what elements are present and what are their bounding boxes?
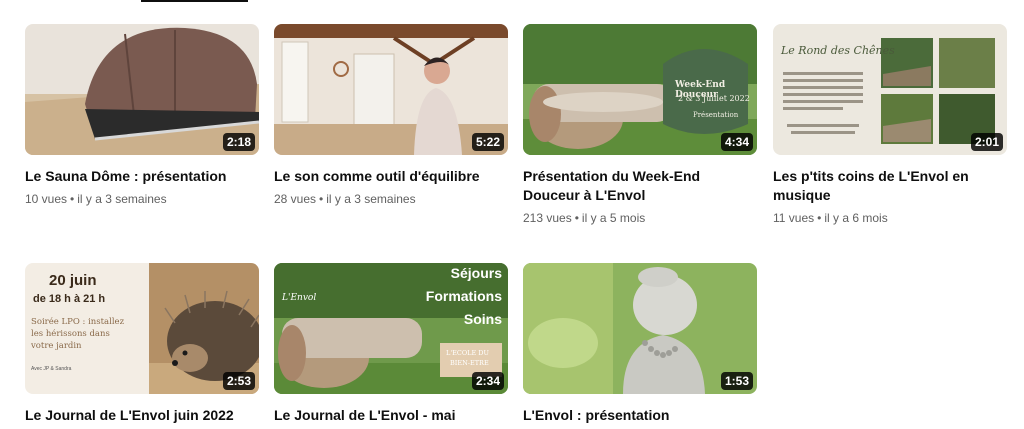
meta-separator: • [574,211,579,225]
video-title[interactable]: Le Journal de L'Envol - mai 2022 [274,406,489,429]
view-count: 213 vues [523,211,572,225]
meta-separator: • [319,192,324,206]
duration-badge: 4:34 [720,133,753,151]
video-card[interactable]: 2:18 Le Sauna Dôme : présentation 10 vue… [25,24,259,208]
video-title[interactable]: Le Journal de L'Envol juin 2022 [25,406,240,425]
upload-age: il y a 5 mois [581,211,646,225]
video-title[interactable]: Le son comme outil d'équilibre [274,167,489,186]
meta-separator: • [70,192,75,206]
video-meta: 213 vues • il y a 5 mois [523,210,757,227]
video-thumbnail[interactable]: L'Envol Séjours Formations Soins L'ECOLE… [274,263,508,394]
video-thumbnail[interactable]: 5:22 [274,24,508,155]
thumb-line-1: Soirée LPO : installez [31,317,125,327]
video-card[interactable]: 5:22 Le son comme outil d'équilibre 28 v… [274,24,508,208]
thumb-brand: L'Envol [282,293,317,303]
upload-age: il y a 3 semaines [77,192,167,206]
duration-badge: 2:34 [471,372,504,390]
thumb-date: 20 juin [49,272,97,289]
video-card[interactable]: Le Rond des Chênes 2:01 Les p'tits coins… [773,24,1007,227]
video-thumbnail[interactable]: 20 juin de 18 h à 21 h Soirée LPO : inst… [25,263,259,394]
upload-age: il y a 3 semaines [326,192,416,206]
thumb-line-3: votre jardin [31,341,82,351]
video-meta: 10 vues • il y a 3 semaines [25,191,259,208]
duration-badge: 5:22 [471,133,504,151]
thumb-line-3: Soins [463,311,502,327]
video-title[interactable]: Présentation du Week-End Douceur à L'Env… [523,167,738,205]
video-title[interactable]: L'Envol : présentation [523,406,738,425]
duration-badge: 2:53 [222,372,255,390]
video-thumbnail[interactable]: Week-End Douceur 2 & 3 Juillet 2022 Prés… [523,24,757,155]
video-meta: 28 vues • il y a 3 semaines [274,191,508,208]
meta-separator: • [817,211,822,225]
thumb-line-3: Présentation [693,111,739,119]
view-count: 10 vues [25,192,68,206]
view-count: 11 vues [773,211,815,225]
video-card[interactable]: Week-End Douceur 2 & 3 Juillet 2022 Prés… [523,24,757,227]
video-thumbnail[interactable]: Le Rond des Chênes 2:01 [773,24,1007,155]
thumb-line-2: les hérissons dans [31,329,110,339]
duration-badge: 1:53 [720,372,753,390]
duration-badge: 2:18 [222,133,255,151]
thumb-line-1: Séjours [450,265,502,281]
video-card[interactable]: L'Envol Séjours Formations Soins L'ECOLE… [274,263,508,429]
video-grid: 2:18 Le Sauna Dôme : présentation 10 vue… [0,0,1024,429]
video-thumbnail[interactable]: 2:18 [25,24,259,155]
video-title[interactable]: Les p'tits coins de L'Envol en musique [773,167,988,205]
video-meta: 11 vues • il y a 6 mois [773,210,1007,227]
thumb-credit: Avec JP & Sandra [31,366,72,372]
upload-age: il y a 6 mois [824,211,888,225]
video-card[interactable]: 1:53 L'Envol : présentation [523,263,757,425]
thumb-time: de 18 h à 21 h [33,293,106,305]
video-card[interactable]: 20 juin de 18 h à 21 h Soirée LPO : inst… [25,263,259,425]
video-title[interactable]: Le Sauna Dôme : présentation [25,167,240,186]
view-count: 28 vues [274,192,317,206]
thumb-badge-1: L'ECOLE DU [446,349,489,357]
thumb-badge-2: BIEN-ETRE [450,359,489,367]
thumb-heading: Le Rond des Chênes [781,44,895,57]
thumb-line-2: 2 & 3 Juillet 2022 [678,94,750,103]
duration-badge: 2:01 [970,133,1003,151]
video-thumbnail[interactable]: 1:53 [523,263,757,394]
thumb-line-2: Formations [425,288,502,304]
